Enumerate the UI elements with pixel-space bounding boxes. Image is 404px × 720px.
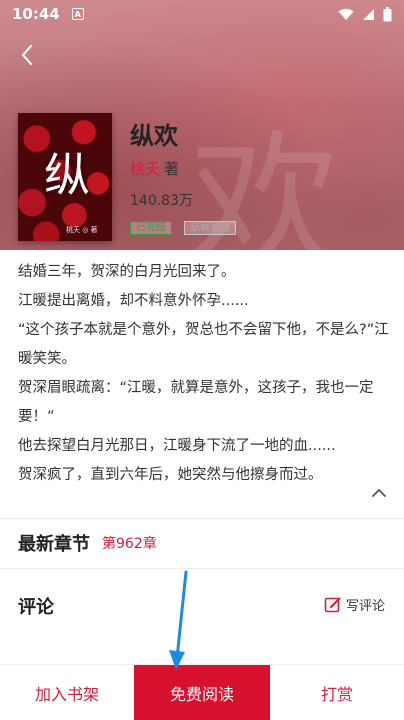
add-to-shelf-button[interactable]: 加入书架 xyxy=(0,665,134,720)
free-read-button[interactable]: 免费阅读 xyxy=(134,665,270,720)
status-bar: 10:44 A xyxy=(0,0,404,28)
latest-chapter-number: 第962章 xyxy=(102,536,157,552)
category-badge[interactable]: 总裁豪门 xyxy=(184,221,236,235)
synopsis-line: 贺深疯了，直到六年后，她突然与他擦身而过。 xyxy=(18,467,323,483)
notification-icon: A xyxy=(71,8,84,20)
latest-chapter-title: 最新章节 xyxy=(18,534,90,555)
status-time: 10:44 xyxy=(12,5,60,23)
chevron-left-icon xyxy=(21,45,32,65)
signal-icon xyxy=(363,8,374,20)
book-cover[interactable]: 纵 桃夭 ◎ 著 xyxy=(18,113,112,241)
synopsis-line: 江暖提出离婚，却不料意外怀孕...... xyxy=(18,293,249,309)
tip-button[interactable]: 打赏 xyxy=(270,665,404,720)
latest-chapter-row[interactable]: 最新章节 第962章 xyxy=(18,530,157,556)
divider xyxy=(0,568,404,569)
cover-author: 桃夭 ◎ 著 xyxy=(66,226,98,234)
author-role: 著 xyxy=(164,160,180,178)
edit-icon xyxy=(324,597,341,612)
synopsis-line: 结婚三年，贺深的白月光回来了。 xyxy=(18,264,236,280)
synopsis: 结婚三年，贺深的白月光回来了。 江暖提出离婚，却不料意外怀孕...... “这个… xyxy=(18,258,390,490)
write-comment-button[interactable]: 写评论 xyxy=(324,595,385,614)
author-line: 桃夭 著 xyxy=(130,158,179,179)
back-button[interactable] xyxy=(12,40,42,70)
synopsis-line: 贺深眉眼疏离：“江暖，就算是意外，这孩子，我也一定要！” xyxy=(18,380,374,425)
synopsis-line: 他去探望白月光那日，江暖身下流了一地的血...... xyxy=(18,438,336,454)
write-comment-label: 写评论 xyxy=(346,599,386,614)
book-title: 纵欢 xyxy=(130,122,178,150)
synopsis-line: “这个孩子本就是个意外，贺总也不会留下他，不是么?”江暖笑笑。 xyxy=(18,322,389,367)
cover-title: 纵 xyxy=(44,148,90,202)
book-tags: 已完结 总裁豪门 xyxy=(130,221,236,235)
wifi-icon xyxy=(338,8,354,20)
status-badge: 已完结 xyxy=(130,221,172,235)
battery-icon xyxy=(383,6,392,21)
bottom-action-bar: 加入书架 免费阅读 打赏 xyxy=(0,664,404,720)
word-count: 140.83万 xyxy=(130,193,193,209)
author-name[interactable]: 桃夭 xyxy=(130,158,160,179)
divider xyxy=(0,518,404,519)
comments-title: 评论 xyxy=(18,597,54,618)
